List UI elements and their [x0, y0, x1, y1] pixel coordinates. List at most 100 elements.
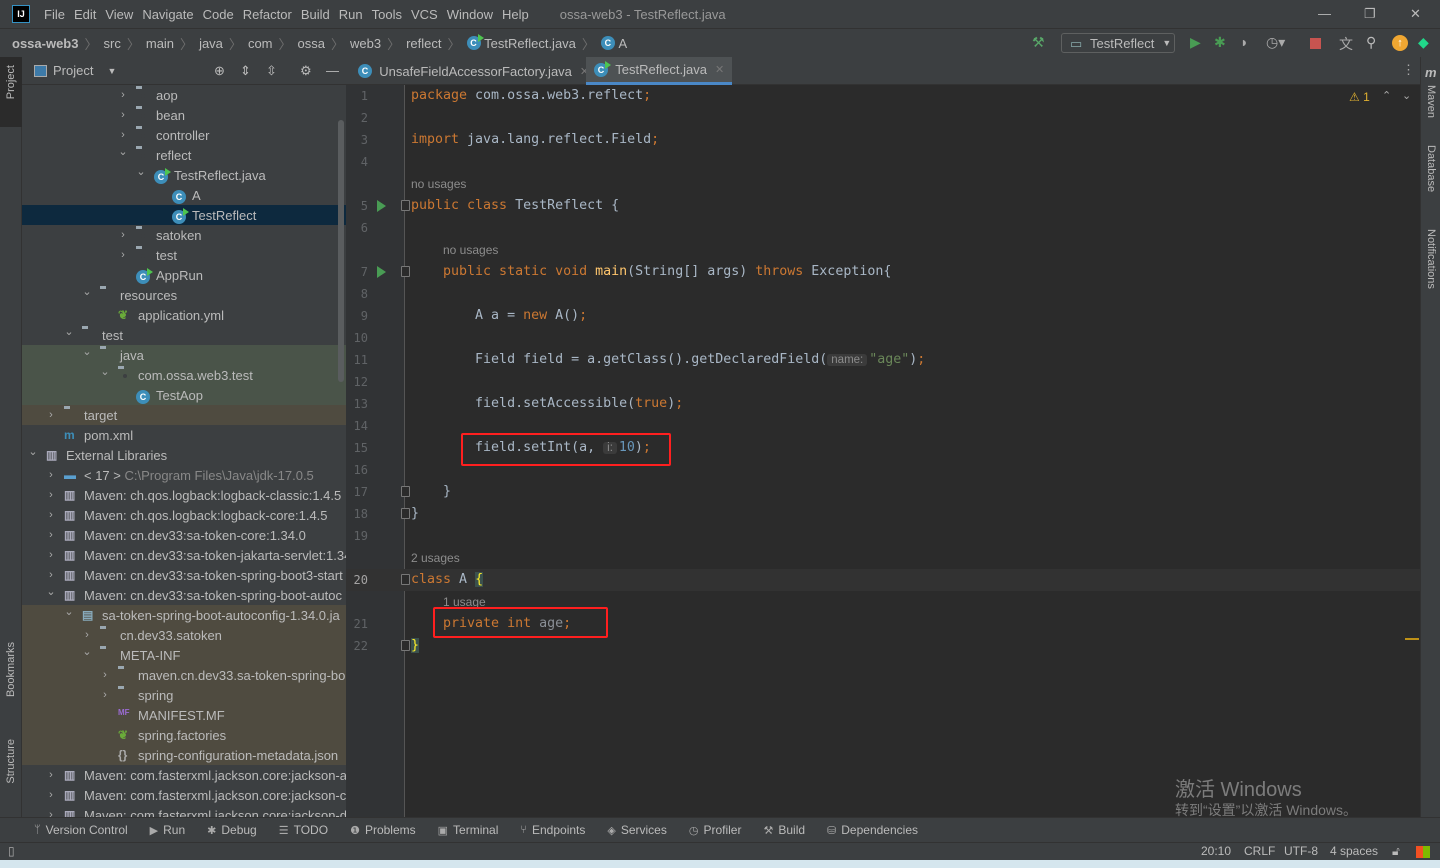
tree-item[interactable]: ⌄ META-INF — [22, 645, 346, 665]
update-icon[interactable]: ↑ — [1392, 35, 1408, 51]
code-line[interactable]: 5 public class TestReflect { — [346, 195, 1420, 217]
tree-scrollbar[interactable] — [338, 120, 344, 382]
collapse-all-icon[interactable]: ⇳ — [266, 63, 277, 79]
warning-indicator[interactable]: ⚠ 1 — [1349, 90, 1370, 104]
fold-marker-icon[interactable] — [401, 508, 410, 519]
chevron-down-icon[interactable]: ⌄ — [64, 605, 74, 618]
chevron-right-icon[interactable]: › — [46, 409, 56, 421]
tree-item[interactable]: ⌄ ▤ sa-token-spring-boot-autoconfig-1.34.0… — [22, 605, 346, 625]
lock-icon[interactable]: 🔓︎ — [1392, 844, 1400, 859]
chevron-down-icon[interactable]: ⌄ — [136, 165, 146, 178]
stop-icon[interactable] — [1310, 38, 1321, 49]
locate-icon[interactable]: ⊕ — [214, 63, 225, 79]
chevron-right-icon[interactable]: › — [100, 689, 110, 701]
tree-item[interactable]: › cn.dev33.satoken — [22, 625, 346, 645]
fold-marker-icon[interactable] — [401, 266, 410, 277]
project-view-selector[interactable]: Project — [53, 63, 93, 78]
project-stripe-button[interactable]: Project — [0, 57, 22, 127]
tree-item[interactable]: › aop — [22, 85, 346, 105]
chevron-right-icon[interactable]: › — [118, 229, 128, 241]
chevron-right-icon[interactable]: › — [118, 249, 128, 261]
maven-stripe-button[interactable]: Maven — [1425, 85, 1437, 118]
tree-item[interactable]: › ▥ Maven: cn.dev33:sa-token-jakarta-servl… — [22, 545, 346, 565]
menu-help[interactable]: Help — [502, 7, 529, 22]
run-icon[interactable]: ▶ — [1190, 34, 1201, 51]
chevron-down-icon[interactable]: ▼ — [107, 66, 116, 76]
tab-unsafe-field-accessor-factory[interactable]: C UnsafeFieldAccessorFactory.java ✕ — [350, 57, 597, 85]
problems-button[interactable]: ❶ Problems — [350, 823, 416, 837]
code-line[interactable]: 22} — [346, 635, 1420, 657]
code-editor[interactable]: 1 package com.ossa.web3.reflect; 2 3 import … — [346, 85, 1420, 817]
fold-marker-icon[interactable] — [401, 486, 410, 497]
tree-item[interactable]: › satoken — [22, 225, 346, 245]
code-line[interactable]: 6 — [346, 217, 1420, 239]
tree-item[interactable]: ⌄ com.ossa.web3.test — [22, 365, 346, 385]
run-button[interactable]: ▶ Run — [150, 823, 185, 837]
tab-test-reflect[interactable]: C TestReflect.java ✕ — [586, 57, 733, 85]
tree-item[interactable]: C TestAop — [22, 385, 346, 405]
tree-item[interactable]: › ▥ Maven: com.fasterxml.jackson.core:jack… — [22, 805, 346, 818]
tree-item[interactable]: › maven.cn.dev33.sa-token-spring-bo — [22, 665, 346, 685]
chevron-right-icon[interactable]: › — [46, 529, 56, 541]
chevron-right-icon[interactable]: › — [46, 769, 56, 781]
prev-highlight-icon[interactable]: ⌃ — [1382, 89, 1391, 102]
chevron-right-icon[interactable]: › — [118, 129, 128, 141]
services-button[interactable]: ◈ Services — [607, 823, 666, 837]
chevron-down-icon[interactable]: ⌄ — [82, 345, 92, 358]
run-gutter-icon[interactable] — [377, 200, 386, 212]
coverage-icon[interactable]: ◗ — [1240, 34, 1248, 50]
chevron-down-icon[interactable]: ⌄ — [46, 585, 56, 598]
code-line[interactable]: 3 import java.lang.reflect.Field; — [346, 129, 1420, 151]
file-encoding[interactable]: UTF-8 — [1284, 844, 1318, 858]
code-vision-hint[interactable]: no usages — [411, 177, 466, 191]
fold-marker-icon[interactable] — [401, 574, 410, 585]
tree-item[interactable]: C AppRun — [22, 265, 346, 285]
crumb-file[interactable]: TestReflect.java — [484, 36, 576, 51]
todo-button[interactable]: ☰ TODO — [279, 823, 328, 837]
tree-item[interactable]: › ▥ Maven: ch.qos.logback:logback-classic:… — [22, 485, 346, 505]
chevron-right-icon[interactable]: › — [46, 809, 56, 817]
chevron-down-icon[interactable]: ⌄ — [118, 145, 128, 158]
build-button[interactable]: ⚒ Build — [763, 823, 805, 837]
code-line[interactable]: 10 — [346, 327, 1420, 349]
tree-item[interactable]: C TestReflect — [22, 205, 346, 225]
code-vision-hint[interactable]: no usages — [443, 243, 498, 257]
tree-item[interactable]: › ▬ < 17 > C:\Program Files\Java\jdk-17.0.… — [22, 465, 346, 485]
code-line[interactable]: 17 } — [346, 481, 1420, 503]
crumb-class[interactable]: A — [619, 36, 628, 51]
tree-item[interactable]: m pom.xml — [22, 425, 346, 445]
code-line[interactable]: 9 A a = new A(); — [346, 305, 1420, 327]
tree-item[interactable]: › ▥ Maven: com.fasterxml.jackson.core:jack… — [22, 785, 346, 805]
menu-refactor[interactable]: Refactor — [243, 7, 292, 22]
tree-item[interactable]: ⌄ java — [22, 345, 346, 365]
chevron-right-icon[interactable]: › — [118, 109, 128, 121]
chevron-right-icon[interactable]: › — [46, 509, 56, 521]
hammer-icon[interactable]: ⚒ — [1032, 34, 1045, 51]
dependencies-button[interactable]: ⛁ Dependencies — [827, 823, 918, 837]
profile-icon[interactable]: ◷▾ — [1266, 34, 1285, 51]
chevron-right-icon[interactable]: › — [82, 629, 92, 641]
tree-item[interactable]: › ▥ Maven: cn.dev33:sa-token-spring-boot3-… — [22, 565, 346, 585]
minimize-icon[interactable]: — — [1318, 6, 1331, 21]
tree-item[interactable]: › target — [22, 405, 346, 425]
run-gutter-icon[interactable] — [377, 266, 386, 278]
crumb-com[interactable]: com — [248, 36, 273, 51]
tree-item[interactable]: ❦ spring.factories — [22, 725, 346, 745]
notifications-stripe-button[interactable]: Notifications — [1425, 229, 1437, 289]
next-highlight-icon[interactable]: ⌄ — [1402, 89, 1411, 102]
fold-marker-icon[interactable] — [401, 640, 410, 651]
tree-item[interactable]: ⌄ test — [22, 325, 346, 345]
chevron-right-icon[interactable]: › — [46, 489, 56, 501]
chevron-down-icon[interactable]: ⌄ — [82, 645, 92, 658]
menu-tools[interactable]: Tools — [372, 7, 402, 22]
restore-icon[interactable]: ❐ — [1364, 6, 1376, 22]
expand-all-icon[interactable]: ⇕ — [240, 63, 251, 79]
terminal-button[interactable]: ▣ Terminal — [438, 823, 499, 837]
chevron-right-icon[interactable]: › — [46, 569, 56, 581]
code-line[interactable]: 7 public static void main(String[] args)… — [346, 261, 1420, 283]
debug-button[interactable]: ✱ Debug — [207, 823, 257, 837]
menu-code[interactable]: Code — [203, 7, 234, 22]
tree-item[interactable]: › spring — [22, 685, 346, 705]
crumb-main[interactable]: main — [146, 36, 174, 51]
chevron-down-icon[interactable]: ⌄ — [28, 445, 38, 458]
